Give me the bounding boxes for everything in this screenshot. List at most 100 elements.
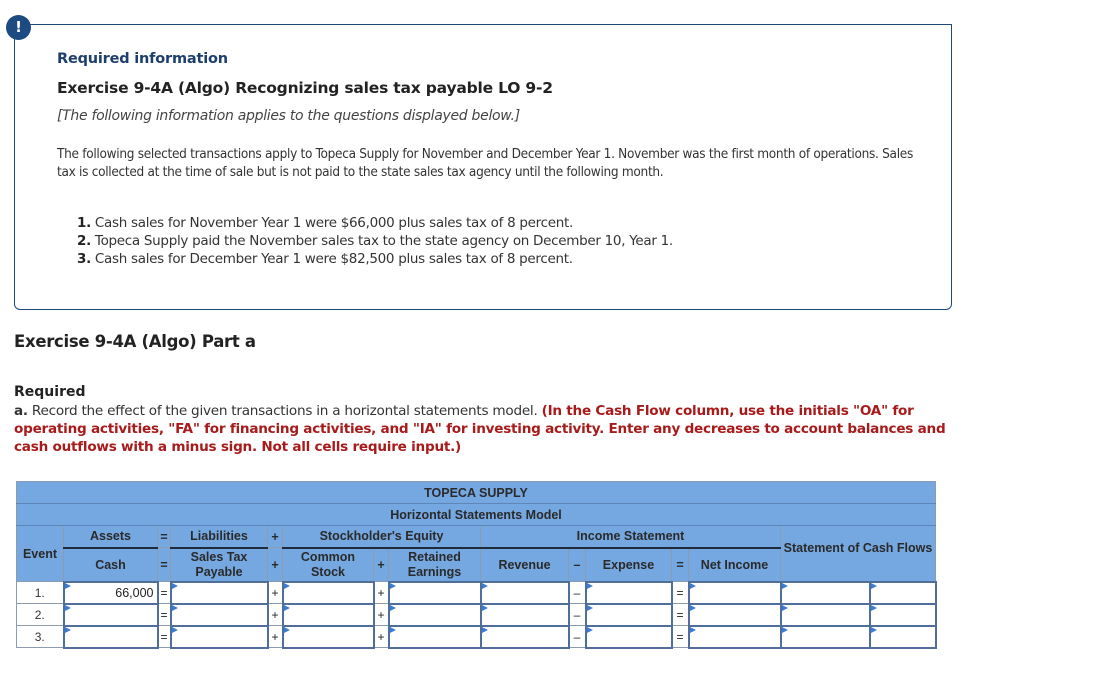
equals-operator: = — [157, 625, 171, 648]
transaction-item: 2. Topeca Supply paid the November sales… — [77, 233, 673, 249]
cash-flow-amount-input[interactable] — [779, 624, 871, 649]
transaction-item: 3. Cash sales for December Year 1 were $… — [77, 251, 573, 267]
retained-earnings-field[interactable] — [389, 604, 480, 625]
cash-flow-type-field[interactable] — [870, 604, 935, 625]
cash-input[interactable] — [62, 624, 159, 649]
revenue-header: Revenue — [480, 547, 569, 582]
minus-operator: – — [568, 603, 586, 626]
cash-flow-amount-input[interactable] — [779, 602, 871, 627]
plus-operator: + — [267, 625, 283, 648]
minus-operator: – — [568, 547, 586, 582]
expense-input[interactable] — [584, 602, 673, 627]
revenue-field[interactable] — [481, 604, 568, 625]
net-income-field[interactable] — [689, 626, 780, 647]
company-name: TOPECA SUPPLY — [16, 481, 936, 504]
cash-input-field[interactable] — [64, 626, 157, 647]
sales-tax-payable-input[interactable] — [169, 602, 269, 627]
equals-operator: = — [671, 581, 689, 604]
event-number: 2. — [16, 603, 64, 626]
cash-flow-type-input[interactable] — [868, 602, 937, 627]
part-title: Exercise 9-4A (Algo) Part a — [14, 332, 256, 351]
cash-flow-type-field[interactable] — [870, 626, 935, 647]
sales-tax-payable-field[interactable] — [171, 604, 267, 625]
event-number: 3. — [16, 625, 64, 648]
cash-flow-type-field[interactable] — [870, 582, 935, 603]
common-stock-field[interactable] — [283, 626, 373, 647]
revenue-field[interactable] — [481, 626, 568, 647]
required-label: Required — [14, 384, 86, 400]
retained-earnings-field[interactable] — [389, 582, 480, 603]
income-statement-header: Income Statement — [480, 525, 781, 549]
expense-input[interactable] — [584, 624, 673, 649]
cash-input[interactable] — [62, 580, 159, 605]
assets-header: Assets — [63, 525, 158, 549]
net-income-field[interactable] — [689, 582, 780, 603]
expense-header: Expense — [585, 547, 672, 582]
common-stock-input[interactable] — [281, 602, 375, 627]
cash-flow-type-input[interactable] — [868, 624, 937, 649]
stockholders-equity-header: Stockholder's Equity — [282, 525, 481, 549]
cash-flow-amount-field[interactable] — [781, 604, 869, 625]
cash-flows-header: Statement of Cash Flows — [780, 525, 936, 582]
net-income-input[interactable] — [687, 624, 782, 649]
equals-operator: = — [157, 603, 171, 626]
net-income-input[interactable] — [687, 602, 782, 627]
cash-input-field[interactable] — [64, 604, 157, 625]
net-income-field[interactable] — [689, 604, 780, 625]
horizontal-statements-model-table: TOPECA SUPPLY Horizontal Statements Mode… — [16, 481, 937, 649]
common-stock-field[interactable] — [283, 582, 373, 603]
model-title: Horizontal Statements Model — [16, 503, 936, 526]
plus-operator: + — [373, 603, 389, 626]
cash-input[interactable] — [62, 602, 159, 627]
required-information-heading: Required information — [57, 51, 228, 67]
revenue-input[interactable] — [479, 624, 570, 649]
retained-earnings-header: Retained Earnings — [388, 547, 481, 582]
sales-tax-payable-field[interactable] — [171, 626, 267, 647]
transaction-item: 1. Cash sales for November Year 1 were $… — [77, 215, 573, 231]
retained-earnings-input[interactable] — [387, 580, 482, 605]
common-stock-header: Common Stock — [282, 547, 374, 582]
cash-flow-amount-input[interactable] — [779, 580, 871, 605]
transaction-list: 1. Cash sales for November Year 1 were $… — [77, 214, 673, 268]
cash-flow-amount-field[interactable] — [781, 626, 869, 647]
cash-input-field[interactable] — [64, 582, 157, 603]
equals-operator: = — [671, 625, 689, 648]
plus-operator: + — [267, 547, 283, 582]
equals-operator: = — [157, 525, 171, 548]
equals-operator: = — [157, 547, 171, 582]
sales-tax-payable-header: Sales Tax Payable — [170, 547, 268, 582]
net-income-input[interactable] — [687, 580, 782, 605]
expense-field[interactable] — [586, 582, 671, 603]
common-stock-input[interactable] — [281, 624, 375, 649]
table-row: 3. = + + – = — [16, 624, 937, 649]
revenue-input[interactable] — [479, 580, 570, 605]
plus-operator: + — [267, 603, 283, 626]
equals-operator: = — [671, 547, 689, 582]
sales-tax-payable-input[interactable] — [169, 580, 269, 605]
common-stock-field[interactable] — [283, 604, 373, 625]
sales-tax-payable-input[interactable] — [169, 624, 269, 649]
plus-operator: + — [373, 581, 389, 604]
expense-input[interactable] — [584, 580, 673, 605]
cash-flow-type-input[interactable] — [868, 580, 937, 605]
minus-operator: – — [568, 581, 586, 604]
expense-field[interactable] — [586, 604, 671, 625]
expense-field[interactable] — [586, 626, 671, 647]
applies-note: [The following information applies to th… — [57, 108, 520, 124]
plus-operator: + — [267, 525, 283, 548]
retained-earnings-input[interactable] — [387, 624, 482, 649]
exercise-title: Exercise 9-4A (Algo) Recognizing sales t… — [57, 79, 553, 97]
retained-earnings-field[interactable] — [389, 626, 480, 647]
net-income-header: Net Income — [688, 547, 781, 582]
revenue-input[interactable] — [479, 602, 570, 627]
cash-flow-amount-field[interactable] — [781, 582, 869, 603]
plus-operator: + — [267, 581, 283, 604]
revenue-field[interactable] — [481, 582, 568, 603]
liabilities-header: Liabilities — [170, 525, 268, 549]
common-stock-input[interactable] — [281, 580, 375, 605]
instructions: a. Record the effect of the given transa… — [14, 403, 946, 455]
table-row: 1. = + + – = — [16, 580, 937, 605]
exercise-description: The following selected transactions appl… — [57, 146, 913, 180]
sales-tax-payable-field[interactable] — [171, 582, 267, 603]
retained-earnings-input[interactable] — [387, 602, 482, 627]
